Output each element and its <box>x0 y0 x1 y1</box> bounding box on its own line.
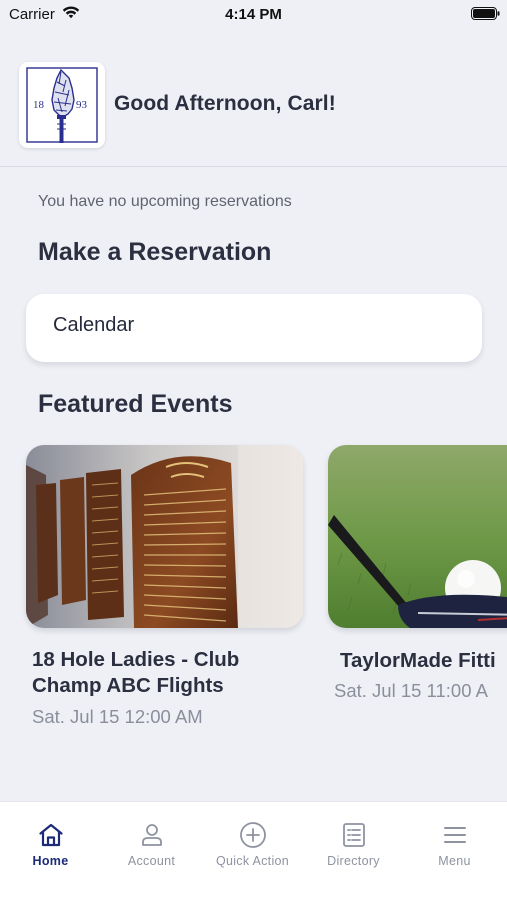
event-card-image-1[interactable] <box>26 445 303 628</box>
greeting-text: Good Afternoon, Carl! <box>114 92 336 115</box>
calendar-button[interactable]: Calendar <box>26 294 482 362</box>
tab-quick-action-label: Quick Action <box>215 854 290 868</box>
person-icon <box>142 824 162 846</box>
event-title-2[interactable]: TaylorMade Fitti <box>340 648 496 674</box>
tab-directory-label: Directory <box>327 854 380 868</box>
logo-year-left: 18 <box>33 99 45 111</box>
tab-quick-action[interactable]: Quick Action <box>202 802 303 882</box>
tab-account[interactable]: Account <box>101 802 202 882</box>
event-date-1: Sat. Jul 15 12:00 AM <box>32 706 203 727</box>
plus-circle-icon <box>240 822 266 848</box>
tab-directory[interactable]: Directory <box>303 802 404 882</box>
make-reservation-heading: Make a Reservation <box>38 238 272 266</box>
hamburger-icon <box>444 827 466 843</box>
event-card-image-2[interactable] <box>328 445 507 628</box>
arrowhead-crest-icon: 18 93 <box>26 67 98 143</box>
tab-account-label: Account <box>127 854 176 868</box>
status-bar: Carrier 4:14 PM <box>0 0 507 30</box>
list-icon <box>343 823 365 847</box>
tab-home[interactable]: Home <box>0 802 101 882</box>
club-logo[interactable]: 18 93 <box>19 62 105 148</box>
home-screen: Carrier 4:14 PM 18 93 Good Afternoon, Ca… <box>0 0 507 900</box>
tab-home-label: Home <box>32 854 69 868</box>
trophy-plaque-image <box>26 445 303 628</box>
logo-year-right: 93 <box>76 99 88 111</box>
no-reservations-message: You have no upcoming reservations <box>38 193 292 210</box>
header-divider <box>0 166 507 167</box>
tab-menu[interactable]: Menu <box>404 802 505 882</box>
event-title-1[interactable]: 18 Hole Ladies - Club Champ ABC Flights <box>32 647 294 699</box>
golf-club-ball-image <box>328 445 507 628</box>
calendar-label: Calendar <box>53 314 135 336</box>
status-time: 4:14 PM <box>225 6 282 23</box>
event-date-2: Sat. Jul 15 11:00 A <box>334 680 488 701</box>
tab-menu-label: Menu <box>438 854 471 868</box>
featured-events-heading: Featured Events <box>38 390 233 418</box>
home-icon <box>39 823 63 847</box>
bottom-tab-bar: Home Account Quick Action Directory Menu <box>0 801 507 900</box>
battery-icon <box>471 7 500 20</box>
